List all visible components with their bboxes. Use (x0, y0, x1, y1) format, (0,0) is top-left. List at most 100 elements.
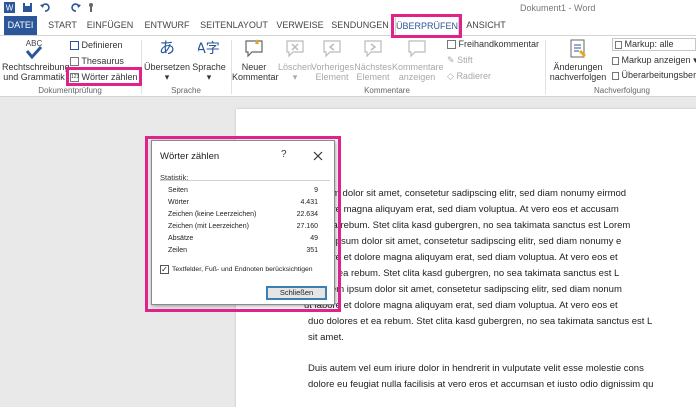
highlight-dialog (145, 136, 341, 312)
title-bar: W Dokument1 - Word (0, 0, 696, 16)
next-comment-button[interactable]: Nächstes Element (354, 38, 392, 82)
delete-comment-button[interactable]: Löschen ▾ (276, 38, 314, 82)
reviewing-pane-icon (612, 71, 619, 80)
eraser-button[interactable]: ◇ Radierer (447, 71, 491, 82)
show-comments-label-2: anzeigen (398, 72, 436, 82)
text-line: dolore eu feugiat nulla facilisis at ver… (308, 379, 654, 390)
new-comment-button[interactable]: Neuer Kommentar (232, 38, 279, 82)
define-button[interactable]: Definieren (70, 40, 123, 51)
new-comment-icon (245, 39, 263, 58)
delete-label: Löschen (277, 62, 313, 72)
tab-design[interactable]: ENTWURF (143, 16, 191, 35)
touch-mode-icon[interactable] (86, 2, 97, 13)
freehand-comment-button[interactable]: Freihandkommentar (447, 39, 540, 50)
show-markup-label: Markup anzeigen (621, 55, 691, 65)
window-title: Dokument1 - Word (520, 3, 596, 13)
track-changes-icon (570, 39, 586, 58)
text-line: m ipsum dolor sit amet, consetetur sadip… (304, 188, 627, 199)
text-line: et. Lorem ipsum dolor sit amet, consetet… (304, 284, 622, 295)
show-comments-label-1: Kommentare (392, 62, 444, 72)
previous-label-1: Vorheriges (311, 62, 355, 72)
text-line: lores et ea rebum. Stet clita kasd guber… (304, 268, 620, 279)
delete-comment-icon (286, 40, 304, 58)
pen-button[interactable]: ✎ Stift (447, 55, 473, 66)
redo-icon[interactable] (70, 2, 81, 13)
text-line: sit amet. (308, 332, 344, 343)
translate-icon: あ (159, 38, 175, 57)
save-icon[interactable] (22, 2, 33, 13)
tab-view[interactable]: ANSICHT (465, 16, 507, 35)
svg-text:W: W (6, 4, 14, 13)
spelling-label-1: Rechtschreibung (2, 62, 70, 72)
markup-value: Markup: alle (624, 39, 674, 49)
next-comment-icon (364, 40, 382, 58)
word-app-icon: W (4, 2, 15, 13)
text-line: es et ea rebum. Stet clita kasd gubergre… (304, 220, 631, 231)
spelling-grammar-button[interactable]: ABC Rechtschreibung und Grammatik (2, 38, 70, 82)
svg-text:あ: あ (159, 38, 175, 57)
markup-icon (615, 40, 622, 49)
chevron-down-icon: ▾ (164, 72, 170, 82)
new-comment-label-2: Kommentar (232, 72, 279, 82)
thesaurus-button[interactable]: Thesaurus (70, 56, 124, 67)
highlight-word-count (66, 67, 142, 86)
previous-comment-button[interactable]: Vorheriges Element (311, 38, 355, 82)
new-comment-label-1: Neuer (241, 62, 267, 72)
tab-page-layout[interactable]: SEITENLAYOUT (199, 16, 269, 35)
show-markup-button[interactable]: Markup anzeigen ▾ (612, 55, 696, 66)
eraser-label: Radierer (456, 71, 491, 81)
tab-mailings[interactable]: SENDUNGEN (331, 16, 389, 35)
svg-text:A字: A字 (198, 41, 220, 57)
track-changes-button[interactable]: Änderungen nachverfolgen (548, 38, 608, 82)
ribbon-tabs: DATEI START EINFÜGEN ENTWURF SEITENLAYOU… (0, 16, 696, 35)
reviewing-pane-label: Überarbeitungsber (621, 70, 696, 80)
text-line: et dolore magna aliquyam erat, sed diam … (304, 204, 619, 215)
tab-references[interactable]: VERWEISE (276, 16, 324, 35)
text-line: ut labore et dolore magna aliquyam erat,… (304, 252, 618, 263)
reviewing-pane-button[interactable]: Überarbeitungsber (612, 70, 696, 80)
document-area[interactable]: m ipsum dolor sit amet, consetetur sadip… (0, 97, 696, 407)
undo-icon[interactable] (40, 2, 51, 13)
highlight-review-tab (391, 14, 462, 38)
text-line: ut labore et dolore magna aliquyam erat,… (304, 300, 618, 311)
group-label-comments: Kommentare (364, 86, 410, 95)
language-icon: A字 (196, 41, 220, 57)
group-label-language: Sprache (171, 86, 201, 95)
chevron-down-icon: ▾ (292, 72, 298, 82)
translate-button[interactable]: あ Übersetzen ▾ (144, 38, 190, 82)
tab-file[interactable]: DATEI (4, 16, 37, 35)
abc-check-icon: ABC (26, 39, 42, 60)
freehand-comment-icon (447, 40, 456, 50)
define-icon (70, 41, 79, 51)
pen-label: Stift (457, 55, 473, 65)
previous-label-2: Element (315, 72, 349, 82)
track-changes-label-2: nachverfolgen (549, 72, 607, 82)
track-changes-label-1: Änderungen (553, 62, 603, 72)
separator (545, 40, 546, 94)
translate-label: Übersetzen (144, 62, 191, 72)
group-label-tracking: Nachverfolgung (593, 86, 651, 95)
eraser-icon: ◇ (447, 71, 454, 81)
ribbon: ABC Rechtschreibung und Grammatik Defini… (0, 35, 696, 97)
next-label-1: Nächstes (354, 62, 392, 72)
pen-icon: ✎ (447, 55, 455, 65)
thesaurus-icon (70, 57, 79, 67)
text-line: duo dolores et ea rebum. Stet clita kasd… (308, 316, 653, 327)
group-label-proofing: Dokumentprüfung (38, 86, 102, 95)
text-line: Duis autem vel eum iriure dolor in hendr… (308, 363, 644, 374)
freehand-comment-label: Freihandkommentar (458, 39, 540, 49)
language-button[interactable]: A字 Sprache ▾ (190, 38, 228, 82)
spelling-label-2: und Grammatik (3, 72, 65, 82)
tab-start[interactable]: START (45, 16, 80, 35)
show-comments-icon (408, 40, 426, 58)
show-comments-button[interactable]: Kommentare anzeigen (392, 38, 444, 82)
tab-insert[interactable]: EINFÜGEN (85, 16, 135, 35)
markup-dropdown[interactable]: Markup: alle (612, 38, 696, 51)
language-label: Sprache (192, 62, 226, 72)
next-label-2: Element (356, 72, 390, 82)
previous-comment-icon (323, 40, 341, 58)
define-label: Definieren (81, 40, 123, 50)
text-line: Lorem ipsum dolor sit amet, consetetur s… (304, 236, 622, 247)
thesaurus-label: Thesaurus (81, 56, 124, 66)
show-markup-icon (612, 56, 619, 65)
